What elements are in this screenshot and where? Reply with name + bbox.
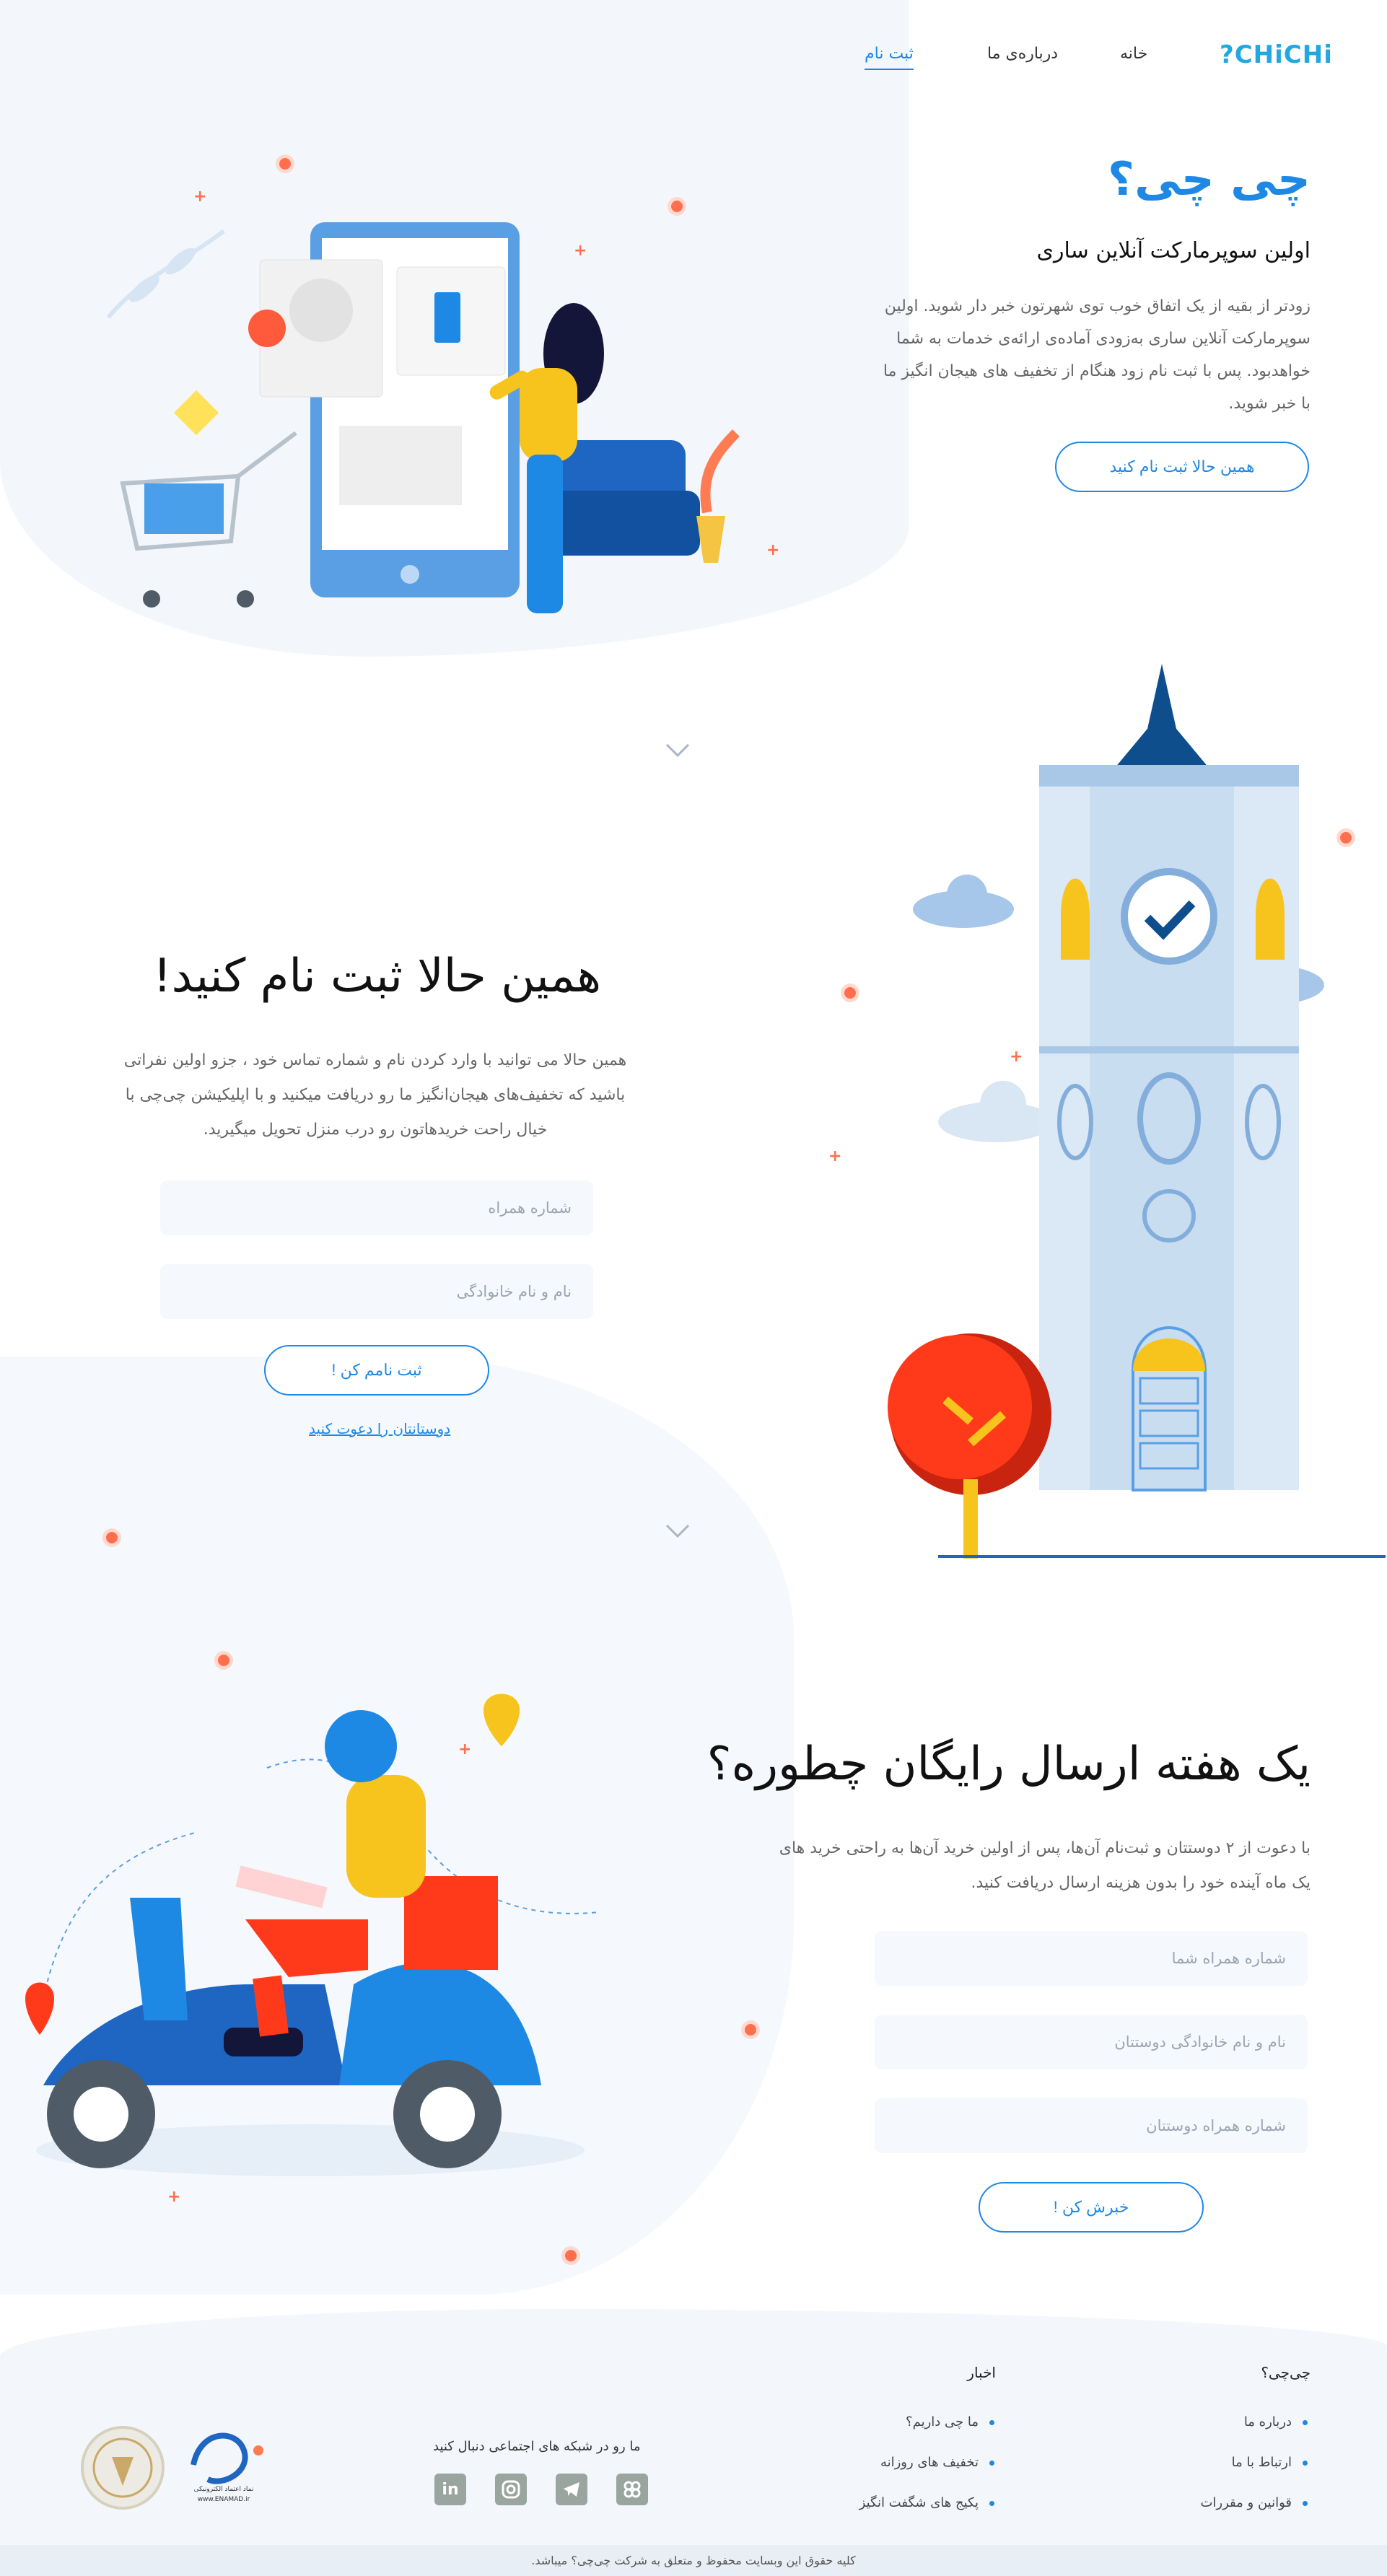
- hero-subtitle: اولین سوپرمارکت آنلاین ساری: [1036, 238, 1311, 263]
- register-description: همین حالا می توانید با وارد کردن نام و ش…: [123, 1051, 627, 1139]
- referral-friend-phone-input[interactable]: [875, 2098, 1308, 2153]
- helmet: [325, 1710, 397, 1782]
- decor-dot: [214, 1651, 233, 1670]
- enamad-logo[interactable]: نماد اعتماد الکترونیکی www.ENAMAD.ir: [179, 2422, 273, 2505]
- telegram-icon[interactable]: [556, 2474, 587, 2505]
- logo[interactable]: CHiCHi?: [1220, 40, 1333, 69]
- enamad-label: نماد اعتماد الکترونیکی: [194, 2486, 254, 2493]
- decor-plus: +: [766, 541, 780, 559]
- footer-col1-title: چی‌چی؟: [1261, 2364, 1311, 2381]
- referral-friend-name-input[interactable]: [875, 2015, 1308, 2069]
- delivery-scooter-illustration: [25, 1694, 600, 2176]
- decor-dot: [1336, 828, 1355, 847]
- cart: [120, 431, 297, 608]
- hero-register-button[interactable]: همین حالا ثبت نام کنید: [1055, 442, 1309, 492]
- referral-title: یک هفته ارسال رایگان چطوره؟: [706, 1738, 1311, 1791]
- referral-my-phone-input[interactable]: [875, 1931, 1308, 1986]
- location-pin-icon: [484, 1694, 520, 1746]
- instagram-icon[interactable]: [495, 2474, 527, 2505]
- leaf-decoration: [106, 229, 225, 319]
- nav-register[interactable]: ثبت نام: [865, 45, 914, 70]
- decor-plus: +: [167, 2188, 181, 2206]
- social-title: ما رو در شبکه های اجتماعی دنبال کنید: [433, 2439, 641, 2454]
- linkedin-icon[interactable]: in: [434, 2474, 466, 2505]
- footer-link-about[interactable]: درباره ما: [1244, 2414, 1308, 2430]
- decor-plus: +: [193, 188, 207, 206]
- decor-dot: [561, 2246, 580, 2265]
- decor-plus: +: [458, 1740, 472, 1758]
- register-title: همین حالا ثبت نام کنید!: [153, 950, 601, 1003]
- decor-dot: [276, 154, 294, 173]
- decor-plus: +: [574, 242, 587, 260]
- footer-link-rules[interactable]: قوانین و مقررات: [1200, 2495, 1308, 2510]
- shopping-illustration: [106, 222, 740, 613]
- copyright: کلیه حقوق این وبسایت محفوظ و متعلق به شر…: [0, 2545, 1387, 2576]
- nav-home[interactable]: خانه: [1120, 45, 1147, 63]
- footer-col2-title: اخبار: [967, 2364, 996, 2381]
- invite-friends-link[interactable]: دوستانتان را دعوت کنید: [309, 1420, 450, 1437]
- register-name-input[interactable]: [160, 1264, 593, 1319]
- samandehi-seal[interactable]: [79, 2424, 166, 2511]
- location-pin-icon: [25, 1982, 54, 2035]
- footer-link-daily-discounts[interactable]: تخفیف های روزانه: [880, 2455, 995, 2470]
- register-phone-input[interactable]: [160, 1180, 593, 1235]
- decor-dot: [741, 2020, 760, 2039]
- hero-title: چی چی؟: [1107, 153, 1311, 206]
- delivery-box: [404, 1876, 498, 1970]
- footer-link-products[interactable]: ما چی داریم؟: [906, 2414, 994, 2430]
- scroll-down-chevron-icon[interactable]: [665, 1524, 690, 1538]
- decor-plus: +: [828, 1147, 842, 1165]
- nav-about[interactable]: درباره‌ی ما: [987, 45, 1058, 63]
- referral-description: با دعوت از ۲ دوستتان و ثبت‌نام آن‌ها، پس…: [779, 1839, 1311, 1892]
- decor-dot: [102, 1528, 121, 1547]
- footer-link-contact[interactable]: ارتباط با ما: [1232, 2455, 1308, 2470]
- hero-description: زودتر از بقیه از یک اتفاق خوب توی شهرتون…: [883, 297, 1311, 413]
- enamad-url: www.ENAMAD.ir: [198, 2496, 250, 2503]
- decor-dot: [668, 197, 686, 216]
- register-submit-button[interactable]: ثبت نامم کن !: [264, 1345, 489, 1396]
- referral-submit-button[interactable]: خبرش کن !: [979, 2182, 1204, 2233]
- app-icon[interactable]: [616, 2474, 648, 2505]
- decor-dot: [841, 983, 859, 1002]
- decor-plus: +: [1010, 1048, 1023, 1066]
- footer-link-packages[interactable]: پکیج های شگفت انگیز: [859, 2495, 995, 2510]
- clock-tower-illustration: [888, 664, 1386, 1559]
- scroll-down-chevron-icon[interactable]: [665, 743, 690, 758]
